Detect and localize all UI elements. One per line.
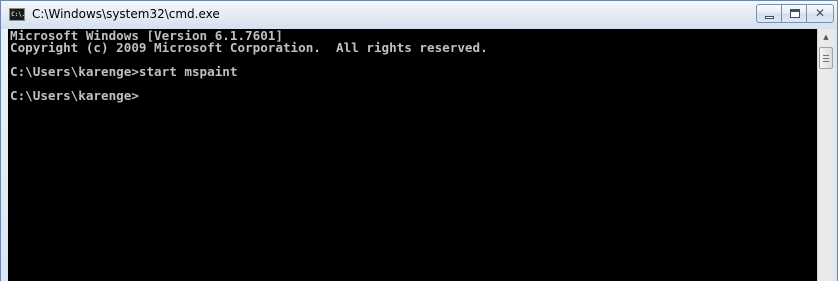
- cmd-app-icon[interactable]: C:\.: [9, 8, 25, 21]
- scroll-up-arrow-icon[interactable]: ▲: [818, 29, 834, 46]
- grip-line: [823, 58, 829, 59]
- console-prompt-line: C:\Users\karenge>: [10, 88, 139, 103]
- cmd-window: C:\. C:\Windows\system32\cmd.exe ✕ Micro…: [0, 0, 838, 281]
- maximize-button[interactable]: [781, 4, 807, 23]
- title-bar[interactable]: C:\. C:\Windows\system32\cmd.exe ✕: [1, 1, 837, 29]
- minimize-icon: [765, 16, 774, 19]
- close-icon: ✕: [814, 6, 826, 20]
- console-output[interactable]: Microsoft Windows [Version 6.1.7601] Cop…: [8, 29, 817, 281]
- minimize-button[interactable]: [756, 4, 782, 23]
- grip-line: [823, 61, 829, 62]
- grip-line: [823, 55, 829, 56]
- scroll-thumb[interactable]: [819, 47, 833, 69]
- console-line: C:\Users\karenge>start mspaint: [10, 64, 238, 79]
- window-title: C:\Windows\system32\cmd.exe: [32, 7, 220, 21]
- maximize-icon: [790, 9, 800, 18]
- close-button[interactable]: ✕: [806, 4, 834, 23]
- caption-buttons: ✕: [756, 4, 834, 24]
- vertical-scrollbar[interactable]: ▲: [817, 29, 834, 281]
- window-frame-right: [834, 29, 837, 281]
- console-line: Copyright (c) 2009 Microsoft Corporation…: [10, 40, 488, 55]
